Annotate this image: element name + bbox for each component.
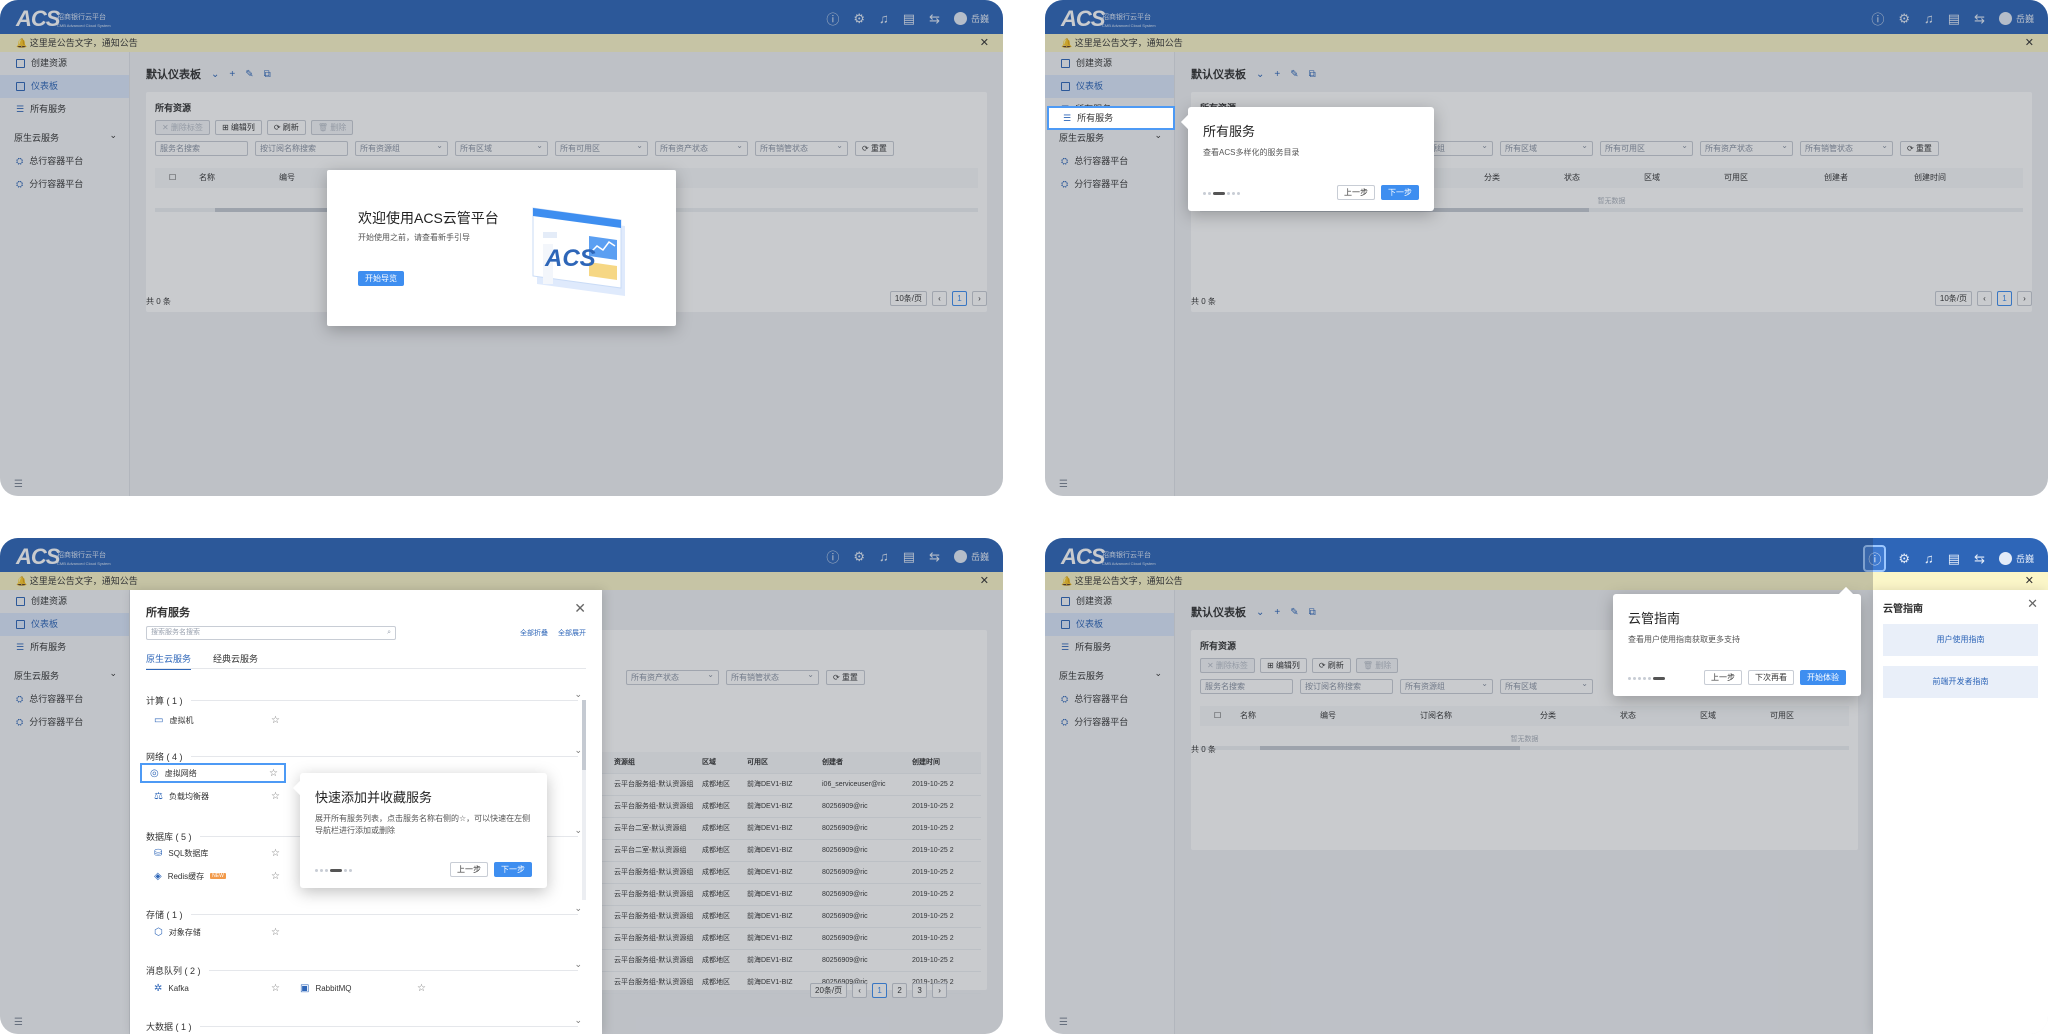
star-icon[interactable]: ☆ — [271, 871, 280, 882]
service-rabbitmq[interactable]: ▣ RabbitMQ ☆ — [292, 978, 432, 998]
welcome-dialog: 欢迎使用ACS云管平台 开始使用之前，请查看新手引导 开始导览 ACS — [327, 170, 676, 326]
chevron-down-icon: ⌄ — [574, 1015, 582, 1025]
guide-panel: 云管指南 ✕ 用户使用指南 前端开发者指南 — [1873, 590, 2048, 1034]
category-storage[interactable]: 存储 ( 1 ) ⌄ — [146, 903, 582, 921]
welcome-title: 欢迎使用ACS云管平台 — [358, 210, 499, 226]
start-experience-button[interactable]: 开始体验 — [1800, 670, 1846, 685]
close-icon[interactable]: ✕ — [2027, 596, 2038, 612]
service-kafka[interactable]: ✲ Kafka ☆ — [146, 978, 286, 998]
close-icon[interactable]: ✕ — [2025, 572, 2034, 590]
star-icon[interactable]: ☆ — [271, 848, 280, 859]
cache-icon: ◈ — [154, 870, 162, 882]
chevron-down-icon: ⌄ — [574, 825, 582, 835]
step-indicator — [315, 869, 352, 872]
chevron-down-icon: ⌄ — [574, 959, 582, 969]
category-mq[interactable]: 消息队列 ( 2 ) ⌄ — [146, 959, 582, 977]
star-icon[interactable]: ☆ — [271, 715, 280, 726]
panel-services-tip: ACS 招商银行云平台 CMB Advanced Cloud System ⓘ ⚙… — [1045, 0, 2048, 496]
rabbitmq-icon: ▣ — [300, 982, 310, 994]
start-tour-button[interactable]: 开始导览 — [358, 271, 404, 286]
database-icon: ⛁ — [154, 847, 163, 859]
chevron-down-icon: ⌄ — [574, 903, 582, 913]
star-icon[interactable]: ☆ — [417, 983, 426, 994]
service-vm[interactable]: ▭ 虚拟机 ☆ — [146, 710, 286, 730]
tip-title: 所有服务 — [1203, 124, 1256, 139]
tip-description: 查看用户使用指南获取更多支持 — [1628, 635, 1740, 644]
drawer-title: 所有服务 — [146, 607, 190, 619]
kafka-icon: ✲ — [154, 982, 163, 994]
tip-title: 云管指南 — [1628, 611, 1681, 626]
new-badge: NEW — [210, 873, 226, 879]
category-bigdata[interactable]: 大数据 ( 1 ) ⌄ — [146, 1015, 582, 1033]
network-icon: ◎ — [150, 767, 159, 779]
next-step-button[interactable]: 下一步 — [1381, 185, 1419, 200]
art-logo-text: ACS — [544, 245, 596, 272]
document-icon[interactable]: ▤ — [1948, 551, 1960, 567]
tabs-divider — [146, 668, 586, 669]
star-icon[interactable]: ☆ — [271, 927, 280, 938]
category-network[interactable]: 网络 ( 4 ) ⌄ — [146, 745, 582, 763]
service-search-input[interactable]: 搜索服务名搜索 — [146, 626, 396, 640]
tip-title: 快速添加并收藏服务 — [315, 790, 433, 805]
chevron-down-icon: ⌄ — [574, 689, 582, 699]
guide-panel-title: 云管指南 — [1883, 604, 1923, 615]
star-icon[interactable]: ☆ — [269, 768, 278, 779]
category-compute[interactable]: 计算 ( 1 ) ⌄ — [146, 689, 582, 707]
close-icon[interactable]: ✕ — [574, 600, 586, 617]
settings-icon[interactable]: ⚙ — [1898, 551, 1910, 567]
collapse-all-link[interactable]: 全部折叠 — [520, 628, 548, 638]
panel-welcome: ACS 招商银行云平台 CMB Advanced Cloud System ⓘ ⚙… — [0, 0, 1003, 496]
guide-tip: 云管指南 查看用户使用指南获取更多支持 上一步 下次再看 开始体验 — [1613, 586, 1861, 696]
user-avatar-icon — [1998, 552, 2012, 565]
vertical-scrollbar[interactable] — [582, 700, 586, 900]
chevron-down-icon: ⌄ — [574, 745, 582, 755]
services-tip: 所有服务 查看ACS多样化的服务目录 上一步 下一步 — [1180, 107, 1434, 211]
expand-all-link[interactable]: 全部展开 — [558, 628, 586, 638]
switch-icon[interactable]: ⇆ — [1974, 551, 1985, 567]
service-sql[interactable]: ⛁ SQL数据库 ☆ — [146, 843, 286, 863]
panel-guide-tip: ACS 招商银行云平台 CMB Advanced Cloud System ⓘ ⚙… — [1045, 538, 2048, 1034]
developer-guide-card[interactable]: 前端开发者指南 — [1883, 666, 2038, 698]
star-icon[interactable]: ☆ — [271, 983, 280, 994]
highlighted-sidebar-item-all-services[interactable]: ☰ 所有服务 — [1047, 106, 1175, 130]
panel-favorite-tip: ACS 招商银行云平台 CMB Advanced Cloud System ⓘ ⚙… — [0, 538, 1003, 1034]
prev-step-button[interactable]: 上一步 — [450, 862, 488, 877]
user-guide-card[interactable]: 用户使用指南 — [1883, 624, 2038, 656]
list-icon: ☰ — [1063, 113, 1072, 123]
tip-description: 查看ACS多样化的服务目录 — [1203, 148, 1300, 157]
step-indicator — [1203, 192, 1240, 195]
balancer-icon: ⚖ — [154, 790, 163, 802]
service-load-balancer[interactable]: ⚖ 负载均衡器 ☆ — [146, 786, 286, 806]
prev-step-button[interactable]: 上一步 — [1337, 185, 1375, 200]
prev-step-button[interactable]: 上一步 — [1704, 670, 1742, 685]
bell-icon[interactable]: ♫ — [1924, 551, 1934, 566]
service-object-storage[interactable]: ⬡ 对象存储 ☆ — [146, 922, 286, 942]
service-redis[interactable]: ◈ Redis缓存 NEW ☆ — [146, 866, 286, 886]
step-indicator — [1628, 677, 1665, 680]
star-icon[interactable]: ☆ — [271, 791, 280, 802]
next-step-button[interactable]: 下一步 — [494, 862, 532, 877]
storage-icon: ⬡ — [154, 926, 163, 938]
later-button[interactable]: 下次再看 — [1748, 670, 1794, 685]
service-vnet-highlighted[interactable]: ◎ 虚拟网络 ☆ — [140, 763, 286, 783]
welcome-illustration: ACS — [532, 207, 625, 296]
user-menu[interactable]: 岳巍 — [1998, 552, 2034, 565]
tip-description: 展开所有服务列表，点击服务名称右侧的☆，可以快速在左侧 导航栏进行添加或删除 — [315, 814, 531, 835]
favorite-tip: 快速添加并收藏服务 展开所有服务列表，点击服务名称右侧的☆，可以快速在左侧 导航栏… — [292, 773, 547, 888]
welcome-subtitle: 开始使用之前，请查看新手引导 — [358, 233, 470, 242]
modal-overlay — [1045, 0, 2048, 496]
vm-icon: ▭ — [154, 714, 164, 726]
